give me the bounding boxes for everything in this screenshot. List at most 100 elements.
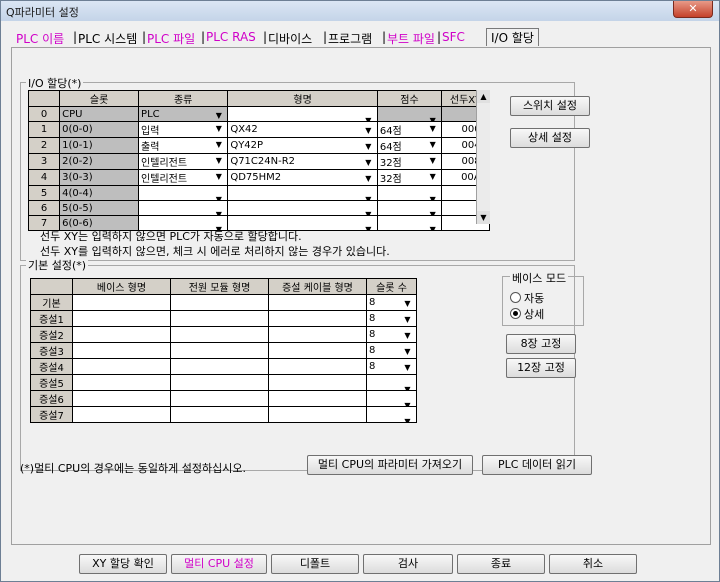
- chevron-down-icon[interactable]: ▼: [402, 384, 413, 390]
- io-model-input[interactable]: Q71C24N-R2 ▼: [227, 153, 378, 170]
- fix-12-button[interactable]: 12장 고정: [506, 358, 576, 378]
- chevron-down-icon[interactable]: ▼: [427, 115, 438, 121]
- power-module-input[interactable]: [170, 294, 269, 311]
- chevron-down-icon[interactable]: ▼: [363, 125, 374, 137]
- import-multi-cpu-param-button[interactable]: 멀티 CPU의 파라미터 가져오기: [307, 455, 473, 475]
- slot-count-select[interactable]: 8 ▼: [366, 326, 417, 343]
- chevron-down-icon[interactable]: ▼: [363, 224, 374, 230]
- chevron-down-icon[interactable]: ▼: [427, 224, 438, 230]
- switch-setting-button[interactable]: 스위치 설정: [510, 96, 590, 116]
- chevron-down-icon[interactable]: ▼: [427, 209, 438, 215]
- extension-cable-input[interactable]: [268, 342, 367, 359]
- tab-8[interactable]: I/O 할당: [486, 28, 539, 46]
- io-points-select[interactable]: 64점 ▼: [376, 121, 443, 138]
- xy-assign-check-button[interactable]: XY 할당 확인: [79, 554, 167, 574]
- io-model-input[interactable]: ▼: [227, 106, 378, 122]
- slot-count-select[interactable]: 8 ▼: [366, 294, 417, 311]
- chevron-down-icon[interactable]: ▼: [213, 171, 224, 183]
- chevron-down-icon[interactable]: ▼: [427, 123, 438, 135]
- chevron-down-icon[interactable]: ▼: [402, 314, 413, 326]
- chevron-down-icon[interactable]: ▼: [363, 194, 374, 200]
- power-module-input[interactable]: [170, 406, 269, 423]
- title-bar[interactable]: Q파라미터 설정 ✕: [1, 1, 719, 21]
- io-type-select[interactable]: PLC ▼: [138, 106, 229, 122]
- base-model-input[interactable]: [72, 374, 171, 391]
- power-module-input[interactable]: [170, 374, 269, 391]
- detail-setting-button[interactable]: 상세 설정: [510, 128, 590, 148]
- radio-icon[interactable]: [510, 308, 521, 319]
- extension-cable-input[interactable]: [268, 406, 367, 423]
- io-points-select[interactable]: 32점 ▼: [376, 169, 443, 186]
- base-mode-auto-radio[interactable]: 자동: [510, 290, 544, 306]
- tab-2[interactable]: PLC 파일: [147, 30, 195, 47]
- tab-5[interactable]: 프로그램: [328, 30, 372, 47]
- slot-count-select[interactable]: ▼: [366, 390, 417, 407]
- io-model-input[interactable]: ▼: [227, 185, 378, 201]
- radio-icon[interactable]: [510, 292, 521, 303]
- close-button[interactable]: ✕: [673, 1, 713, 18]
- power-module-input[interactable]: [170, 390, 269, 407]
- slot-count-select[interactable]: 8 ▼: [366, 342, 417, 359]
- chevron-down-icon[interactable]: ▼: [427, 155, 438, 167]
- chevron-down-icon[interactable]: ▼: [213, 123, 224, 135]
- scroll-down-icon[interactable]: ▼: [477, 211, 490, 224]
- chevron-down-icon[interactable]: ▼: [213, 209, 224, 215]
- extension-cable-input[interactable]: [268, 390, 367, 407]
- power-module-input[interactable]: [170, 342, 269, 359]
- io-points-select[interactable]: 32점 ▼: [376, 153, 443, 170]
- base-model-input[interactable]: [72, 342, 171, 359]
- chevron-down-icon[interactable]: ▼: [213, 194, 224, 200]
- base-model-input[interactable]: [72, 310, 171, 327]
- chevron-down-icon[interactable]: ▼: [427, 194, 438, 200]
- base-model-input[interactable]: [72, 390, 171, 407]
- io-type-select[interactable]: 인텔리전트 ▼: [138, 169, 229, 186]
- io-model-input[interactable]: ▼: [227, 200, 378, 216]
- multi-cpu-setting-button[interactable]: 멀티 CPU 설정: [171, 554, 267, 574]
- io-points-select[interactable]: ▼: [376, 185, 443, 201]
- power-module-input[interactable]: [170, 326, 269, 343]
- power-module-input[interactable]: [170, 358, 269, 375]
- base-mode-detail-radio[interactable]: 상세: [510, 306, 544, 322]
- io-type-select[interactable]: 출력 ▼: [138, 137, 229, 154]
- scroll-up-icon[interactable]: ▲: [477, 90, 490, 103]
- tab-3[interactable]: PLC RAS: [206, 30, 256, 44]
- chevron-down-icon[interactable]: ▼: [402, 330, 413, 342]
- extension-cable-input[interactable]: [268, 326, 367, 343]
- io-points-select[interactable]: ▼: [376, 215, 443, 231]
- extension-cable-input[interactable]: [268, 358, 367, 375]
- io-points-select[interactable]: ▼: [376, 200, 443, 216]
- chevron-down-icon[interactable]: ▼: [402, 298, 413, 310]
- tab-6[interactable]: 부트 파일: [387, 30, 435, 47]
- tab-1[interactable]: PLC 시스템: [78, 30, 137, 47]
- chevron-down-icon[interactable]: ▼: [363, 173, 374, 185]
- slot-count-select[interactable]: 8 ▼: [366, 358, 417, 375]
- io-type-select[interactable]: ▼: [138, 185, 229, 201]
- io-model-input[interactable]: QD75HM2 ▼: [227, 169, 378, 186]
- chevron-down-icon[interactable]: ▼: [213, 110, 224, 121]
- slot-count-select[interactable]: ▼: [366, 374, 417, 391]
- chevron-down-icon[interactable]: ▼: [363, 115, 374, 121]
- chevron-down-icon[interactable]: ▼: [363, 209, 374, 215]
- tab-4[interactable]: 디바이스: [268, 30, 312, 47]
- io-type-select[interactable]: 입력 ▼: [138, 121, 229, 138]
- chevron-down-icon[interactable]: ▼: [427, 139, 438, 151]
- tab-0[interactable]: PLC 이름: [16, 30, 64, 47]
- chevron-down-icon[interactable]: ▼: [363, 157, 374, 169]
- io-points-select[interactable]: ▼: [376, 106, 443, 122]
- chevron-down-icon[interactable]: ▼: [213, 155, 224, 167]
- cancel-button[interactable]: 취소: [549, 554, 637, 574]
- io-model-input[interactable]: QX42 ▼: [227, 121, 378, 138]
- base-model-input[interactable]: [72, 406, 171, 423]
- io-type-select[interactable]: 인텔리전트 ▼: [138, 153, 229, 170]
- tab-7[interactable]: SFC: [442, 30, 465, 44]
- base-model-input[interactable]: [72, 358, 171, 375]
- read-plc-data-button[interactable]: PLC 데이터 읽기: [482, 455, 592, 475]
- chevron-down-icon[interactable]: ▼: [402, 416, 413, 422]
- extension-cable-input[interactable]: [268, 374, 367, 391]
- chevron-down-icon[interactable]: ▼: [402, 400, 413, 406]
- chevron-down-icon[interactable]: ▼: [427, 171, 438, 183]
- io-table-scrollbar[interactable]: ▲ ▼: [476, 90, 490, 224]
- io-model-input[interactable]: QY42P ▼: [227, 137, 378, 154]
- io-type-select[interactable]: ▼: [138, 200, 229, 216]
- slot-count-select[interactable]: 8 ▼: [366, 310, 417, 327]
